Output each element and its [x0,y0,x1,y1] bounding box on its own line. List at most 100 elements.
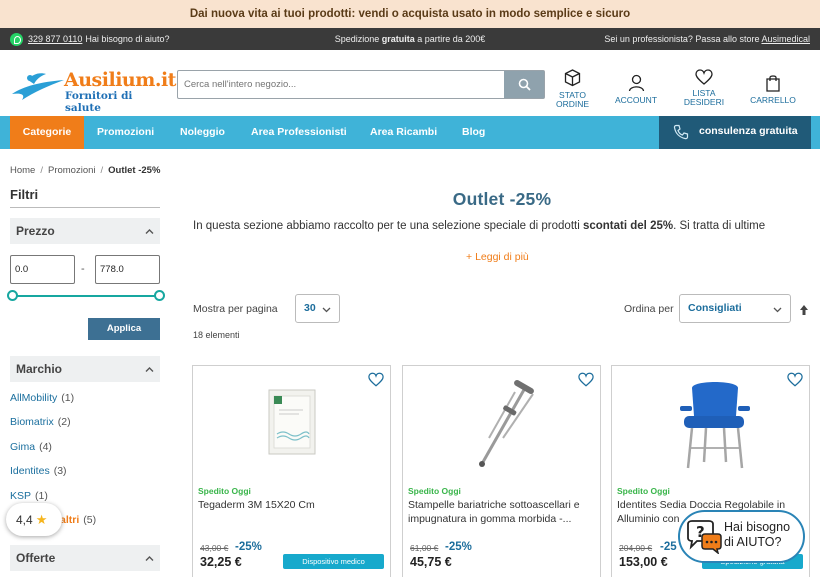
promo-banner[interactable]: Dai nuova vita ai tuoi prodotti: vendi o… [0,0,820,28]
product-price: 153,00 € [619,555,668,569]
user-icon [628,74,644,92]
wishlist-label-2: DESIDERI [683,97,725,107]
brand-item-ksp[interactable]: KSP (1) [10,490,48,502]
product-card[interactable]: Spedito Oggi Stampelle bariatriche sotto… [402,365,601,577]
per-page-value: 30 [304,302,316,314]
chevron-down-icon [322,307,331,313]
per-page-select[interactable]: 30 [295,294,340,323]
cart-link[interactable]: CARRELLO [747,74,799,105]
search-icon [518,78,531,91]
product-name[interactable]: Stampelle bariatriche sottoascellari e i… [408,498,598,526]
top-info-bar: 329 877 0110 Hai bisogno di aiuto? Spedi… [0,28,820,50]
intro-text-bold: scontati del 25% [582,220,674,232]
product-image-shower-chair[interactable] [662,376,762,476]
shipping-status: Spedito Oggi [198,486,251,496]
heart-icon[interactable] [578,372,594,387]
brand-item-biomatrix[interactable]: Biomatrix (2) [10,416,71,428]
nav-categorie[interactable]: Categorie [10,116,84,149]
chevron-up-icon [145,367,154,372]
price-slider-max-handle[interactable] [153,290,165,301]
price-min-input[interactable] [10,255,75,284]
price-slider-min-handle[interactable] [6,290,18,301]
heart-icon[interactable] [368,372,384,387]
old-price: 61,00 € [410,543,439,553]
heart-icon [695,69,713,85]
brand-name: AllMobility [10,392,58,404]
product-card[interactable]: Spedito Oggi Tegaderm 3M 15X20 Cm 43,00 … [192,365,391,577]
shipping-pre: Spedizione [334,34,382,44]
apply-filter-button[interactable]: Applica [88,318,160,340]
intro-text-1: In questa sezione abbiamo raccolto per t… [193,220,583,232]
nav-promozioni[interactable]: Promozioni [97,116,154,149]
brand-filter-header[interactable]: Marchio [10,356,160,382]
page-title: Outlet -25% [452,189,552,209]
nav-noleggio[interactable]: Noleggio [180,116,225,149]
site-header: Ausilium.it Fornitori di salute STATO OR… [0,50,820,116]
product-image-crutch[interactable] [453,376,553,476]
rating-value: 4,4 [16,513,33,527]
chat-line-2: di AIUTO? [724,535,782,549]
price-max-input[interactable] [95,255,160,284]
site-logo[interactable]: Ausilium.it Fornitori di salute [10,68,176,114]
rating-widget[interactable]: 4,4 ★ [6,503,62,536]
account-link[interactable]: ACCOUNT [611,74,661,105]
cart-label: CARRELLO [750,95,796,105]
old-price: 204,00 € [619,543,653,553]
help-chat-widget[interactable]: ? Hai bisogno di AIUTO? [678,510,805,563]
breadcrumb: Home / Promozioni / Outlet -25% [10,165,161,176]
pro-store-link[interactable]: Ausimedical [761,34,810,44]
offers-filter-title: Offerte [16,551,56,565]
order-status-label-2: ORDINE [555,99,590,109]
chat-text: Hai bisogno di AIUTO? [724,520,790,550]
shipping-bold: gratuita [381,34,415,44]
logo-bird-icon [12,73,64,100]
discount-label: -25 [660,541,677,553]
pro-store-info: Sei un professionista? Passa allo store … [604,28,810,50]
brand-name: Gima [10,441,36,453]
search-button[interactable] [504,71,544,98]
star-icon: ★ [35,512,48,527]
read-more-link[interactable]: + Leggi di più [466,251,529,263]
brand-count: (3) [53,465,67,477]
brand-item-allmobility[interactable]: AllMobility (1) [10,392,74,404]
chevron-up-icon [145,556,154,561]
breadcrumb-promozioni[interactable]: Promozioni [48,165,96,176]
product-image-dressing[interactable] [243,376,343,476]
brand-name: Biomatrix [10,416,54,428]
heart-icon[interactable] [787,372,803,387]
order-status-link[interactable]: STATO ORDINE [550,69,595,109]
nav-blog[interactable]: Blog [462,116,485,149]
breadcrumb-current: Outlet -25% [108,165,161,176]
brand-name: KSP [10,490,32,502]
price-slider-track[interactable] [13,295,160,297]
price-filter-title: Prezzo [16,224,55,238]
sort-select[interactable]: Consigliati [679,294,791,323]
breadcrumb-home[interactable]: Home [10,165,35,176]
more-brands-link[interactable]: altri (5) [60,514,96,526]
offers-filter-header[interactable]: Offerte [10,545,160,571]
product-badge: Dispositivo medico [283,554,384,569]
price-range-dash: - [81,263,85,275]
brand-item-identites[interactable]: Identites (3) [10,465,67,477]
product-price: 45,75 € [410,555,452,569]
sort-direction-icon[interactable] [799,304,809,316]
consult-button[interactable]: consulenza gratuita [659,116,811,149]
filters-title: Filtri [10,187,39,202]
discount-label: -25% [445,541,472,553]
brand-item-gima[interactable]: Gima (4) [10,441,52,453]
search-input[interactable] [178,71,504,98]
chevron-down-icon [773,307,782,313]
shopping-bag-icon [766,75,780,92]
product-name[interactable]: Tegaderm 3M 15X20 Cm [198,498,388,512]
price-filter-header[interactable]: Prezzo [10,218,160,244]
nav-area-professionisti[interactable]: Area Professionisti [251,116,347,149]
wishlist-link[interactable]: LISTA DESIDERI [680,69,728,107]
read-more-label: Leggi di più [475,251,529,263]
more-brands-label: altri [60,514,80,526]
main-navigation: Categorie Promozioni Noleggio Area Profe… [0,116,820,149]
intro-text-2: . Si tratta di ultime [673,220,766,232]
nav-area-ricambi[interactable]: Area Ricambi [370,116,437,149]
brand-count: (1) [35,490,48,502]
shipping-post: a partire da 200€ [414,34,486,44]
shipping-status: Spedito Oggi [408,486,461,496]
